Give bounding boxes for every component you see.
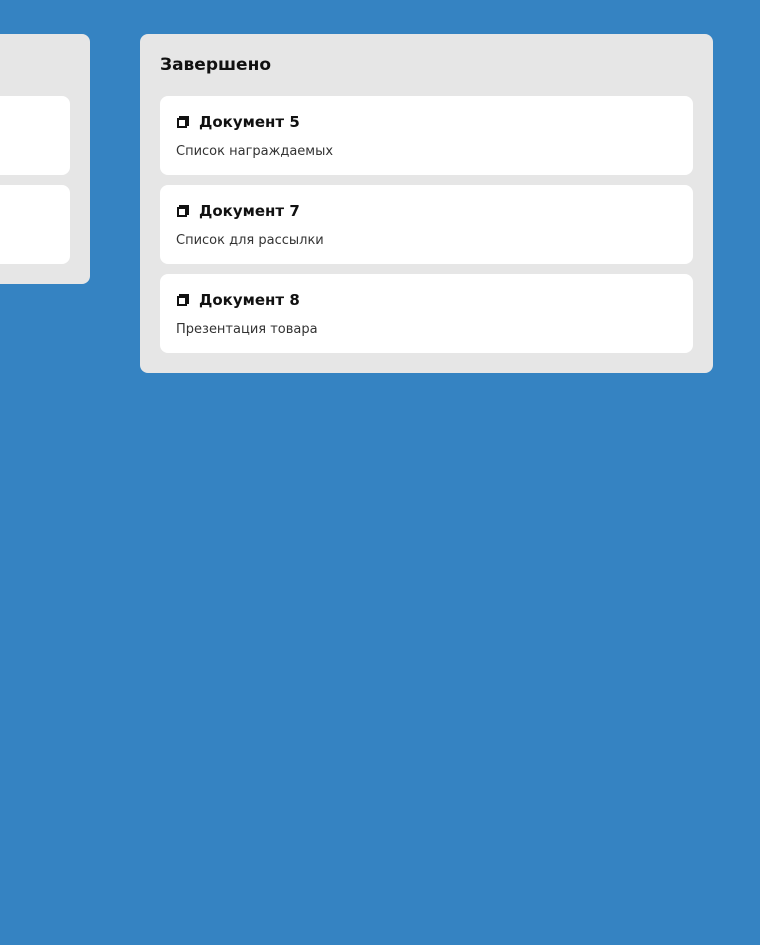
document-icon	[176, 293, 190, 307]
board-column-done: Завершено Документ 5 Список награждаемых	[140, 34, 713, 373]
card-title: Документ 8	[199, 291, 300, 309]
task-card[interactable]: Документ 7 Список для рассылки	[160, 185, 693, 264]
card-header: Документ 8	[176, 290, 300, 310]
board-column-partial	[0, 34, 90, 284]
document-icon	[176, 115, 190, 129]
card-description: Список для рассылки	[176, 233, 324, 248]
card-title: Документ 5	[199, 113, 300, 131]
card-header: Документ 5	[176, 112, 300, 132]
document-icon	[176, 204, 190, 218]
task-card[interactable]: Документ 5 Список награждаемых	[160, 96, 693, 175]
card-title: Документ 7	[199, 202, 300, 220]
task-card-partial[interactable]	[0, 96, 70, 175]
card-header: Документ 7	[176, 201, 300, 221]
column-title: Завершено	[160, 55, 272, 75]
card-description: Список награждаемых	[176, 144, 334, 159]
task-card-partial[interactable]	[0, 185, 70, 264]
task-card[interactable]: Документ 8 Презентация товара	[160, 274, 693, 353]
card-description: Презентация товара	[176, 322, 318, 337]
